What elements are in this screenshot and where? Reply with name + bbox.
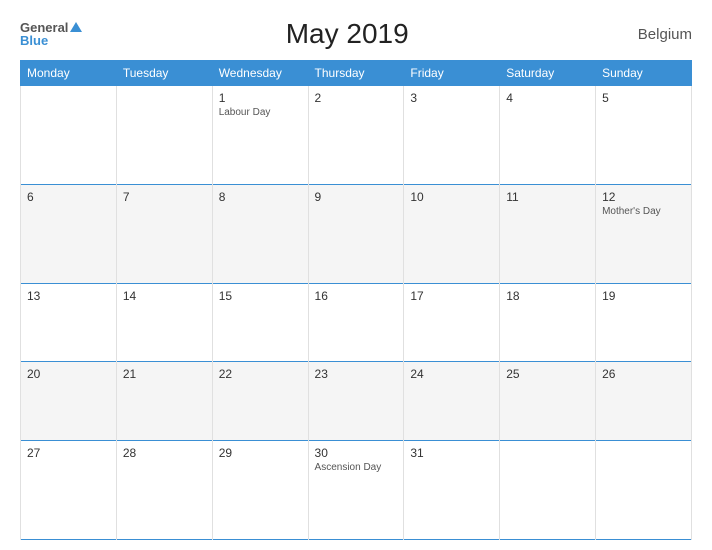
calendar-week-row: 13 14 15 16 17 18 19 — [21, 283, 692, 362]
calendar-header: Monday Tuesday Wednesday Thursday Friday… — [21, 61, 692, 86]
logo-blue-text: Blue — [20, 34, 48, 47]
holiday-label: Mother's Day — [602, 206, 685, 217]
day-number: 18 — [506, 289, 589, 303]
calendar-cell: 18 — [500, 283, 596, 362]
calendar-cell: 8 — [212, 184, 308, 283]
days-of-week-row: Monday Tuesday Wednesday Thursday Friday… — [21, 61, 692, 86]
day-number: 13 — [27, 289, 110, 303]
day-number: 17 — [410, 289, 493, 303]
calendar-cell: 10 — [404, 184, 500, 283]
calendar-cell: 6 — [21, 184, 117, 283]
calendar-cell — [596, 441, 692, 540]
calendar-cell: 20 — [21, 362, 117, 441]
calendar-cell: 11 — [500, 184, 596, 283]
day-number: 3 — [410, 91, 493, 105]
calendar-cell: 31 — [404, 441, 500, 540]
day-number: 7 — [123, 190, 206, 204]
calendar-cell: 4 — [500, 86, 596, 185]
calendar-cell: 23 — [308, 362, 404, 441]
day-number: 8 — [219, 190, 302, 204]
col-tuesday: Tuesday — [116, 61, 212, 86]
calendar-cell: 22 — [212, 362, 308, 441]
calendar-cell: 26 — [596, 362, 692, 441]
calendar-cell: 1 Labour Day — [212, 86, 308, 185]
calendar-week-row: 6789 10 11 12 Mother's Day — [21, 184, 692, 283]
day-number: 9 — [315, 190, 398, 204]
calendar-cell: 19 — [596, 283, 692, 362]
day-number: 23 — [315, 367, 398, 381]
day-number: 26 — [602, 367, 685, 381]
calendar-week-row: 20 21 22 23 24 25 26 — [21, 362, 692, 441]
day-number: 25 — [506, 367, 589, 381]
calendar-cell: 2 — [308, 86, 404, 185]
day-number: 20 — [27, 367, 110, 381]
calendar-cell: 12 Mother's Day — [596, 184, 692, 283]
country-label: Belgium — [612, 26, 692, 43]
calendar-cell: 25 — [500, 362, 596, 441]
day-number: 16 — [315, 289, 398, 303]
calendar-cell: 14 — [116, 283, 212, 362]
calendar-cell — [21, 86, 117, 185]
page: General Blue May 2019 Belgium Monday Tue… — [0, 0, 712, 550]
day-number: 19 — [602, 289, 685, 303]
day-number: 27 — [27, 446, 110, 460]
day-number: 15 — [219, 289, 302, 303]
calendar-cell: 17 — [404, 283, 500, 362]
calendar-cell: 15 — [212, 283, 308, 362]
col-friday: Friday — [404, 61, 500, 86]
day-number: 30 — [315, 446, 398, 460]
calendar-cell: 30 Ascension Day — [308, 441, 404, 540]
day-number: 14 — [123, 289, 206, 303]
day-number: 31 — [410, 446, 493, 460]
calendar-week-row: 27 28 29 30 Ascension Day 31 — [21, 441, 692, 540]
day-number: 5 — [602, 91, 685, 105]
day-number: 4 — [506, 91, 589, 105]
day-number: 22 — [219, 367, 302, 381]
day-number: 12 — [602, 190, 685, 204]
day-number: 11 — [506, 190, 589, 204]
day-number: 10 — [410, 190, 493, 204]
day-number: 1 — [219, 91, 302, 105]
calendar-cell: 13 — [21, 283, 117, 362]
calendar-cell — [116, 86, 212, 185]
day-number: 29 — [219, 446, 302, 460]
day-number: 2 — [315, 91, 398, 105]
day-number: 6 — [27, 190, 110, 204]
calendar-week-row: 1 Labour Day 2345 — [21, 86, 692, 185]
holiday-label: Labour Day — [219, 107, 302, 118]
calendar-cell: 3 — [404, 86, 500, 185]
col-thursday: Thursday — [308, 61, 404, 86]
col-wednesday: Wednesday — [212, 61, 308, 86]
calendar-cell: 21 — [116, 362, 212, 441]
day-number: 28 — [123, 446, 206, 460]
col-saturday: Saturday — [500, 61, 596, 86]
calendar-table: Monday Tuesday Wednesday Thursday Friday… — [20, 60, 692, 540]
calendar-cell: 7 — [116, 184, 212, 283]
holiday-label: Ascension Day — [315, 462, 398, 473]
day-number: 21 — [123, 367, 206, 381]
calendar-cell: 27 — [21, 441, 117, 540]
calendar-cell: 29 — [212, 441, 308, 540]
col-sunday: Sunday — [596, 61, 692, 86]
logo: General Blue — [20, 21, 82, 47]
calendar-cell: 9 — [308, 184, 404, 283]
calendar-cell: 28 — [116, 441, 212, 540]
day-number: 24 — [410, 367, 493, 381]
logo-triangle-icon — [70, 22, 82, 32]
calendar-cell: 24 — [404, 362, 500, 441]
header: General Blue May 2019 Belgium — [20, 18, 692, 50]
calendar-cell: 16 — [308, 283, 404, 362]
calendar-body: 1Labour Day23456789101112Mother's Day131… — [21, 86, 692, 540]
calendar-cell — [500, 441, 596, 540]
col-monday: Monday — [21, 61, 117, 86]
page-title: May 2019 — [82, 18, 612, 50]
calendar-cell: 5 — [596, 86, 692, 185]
